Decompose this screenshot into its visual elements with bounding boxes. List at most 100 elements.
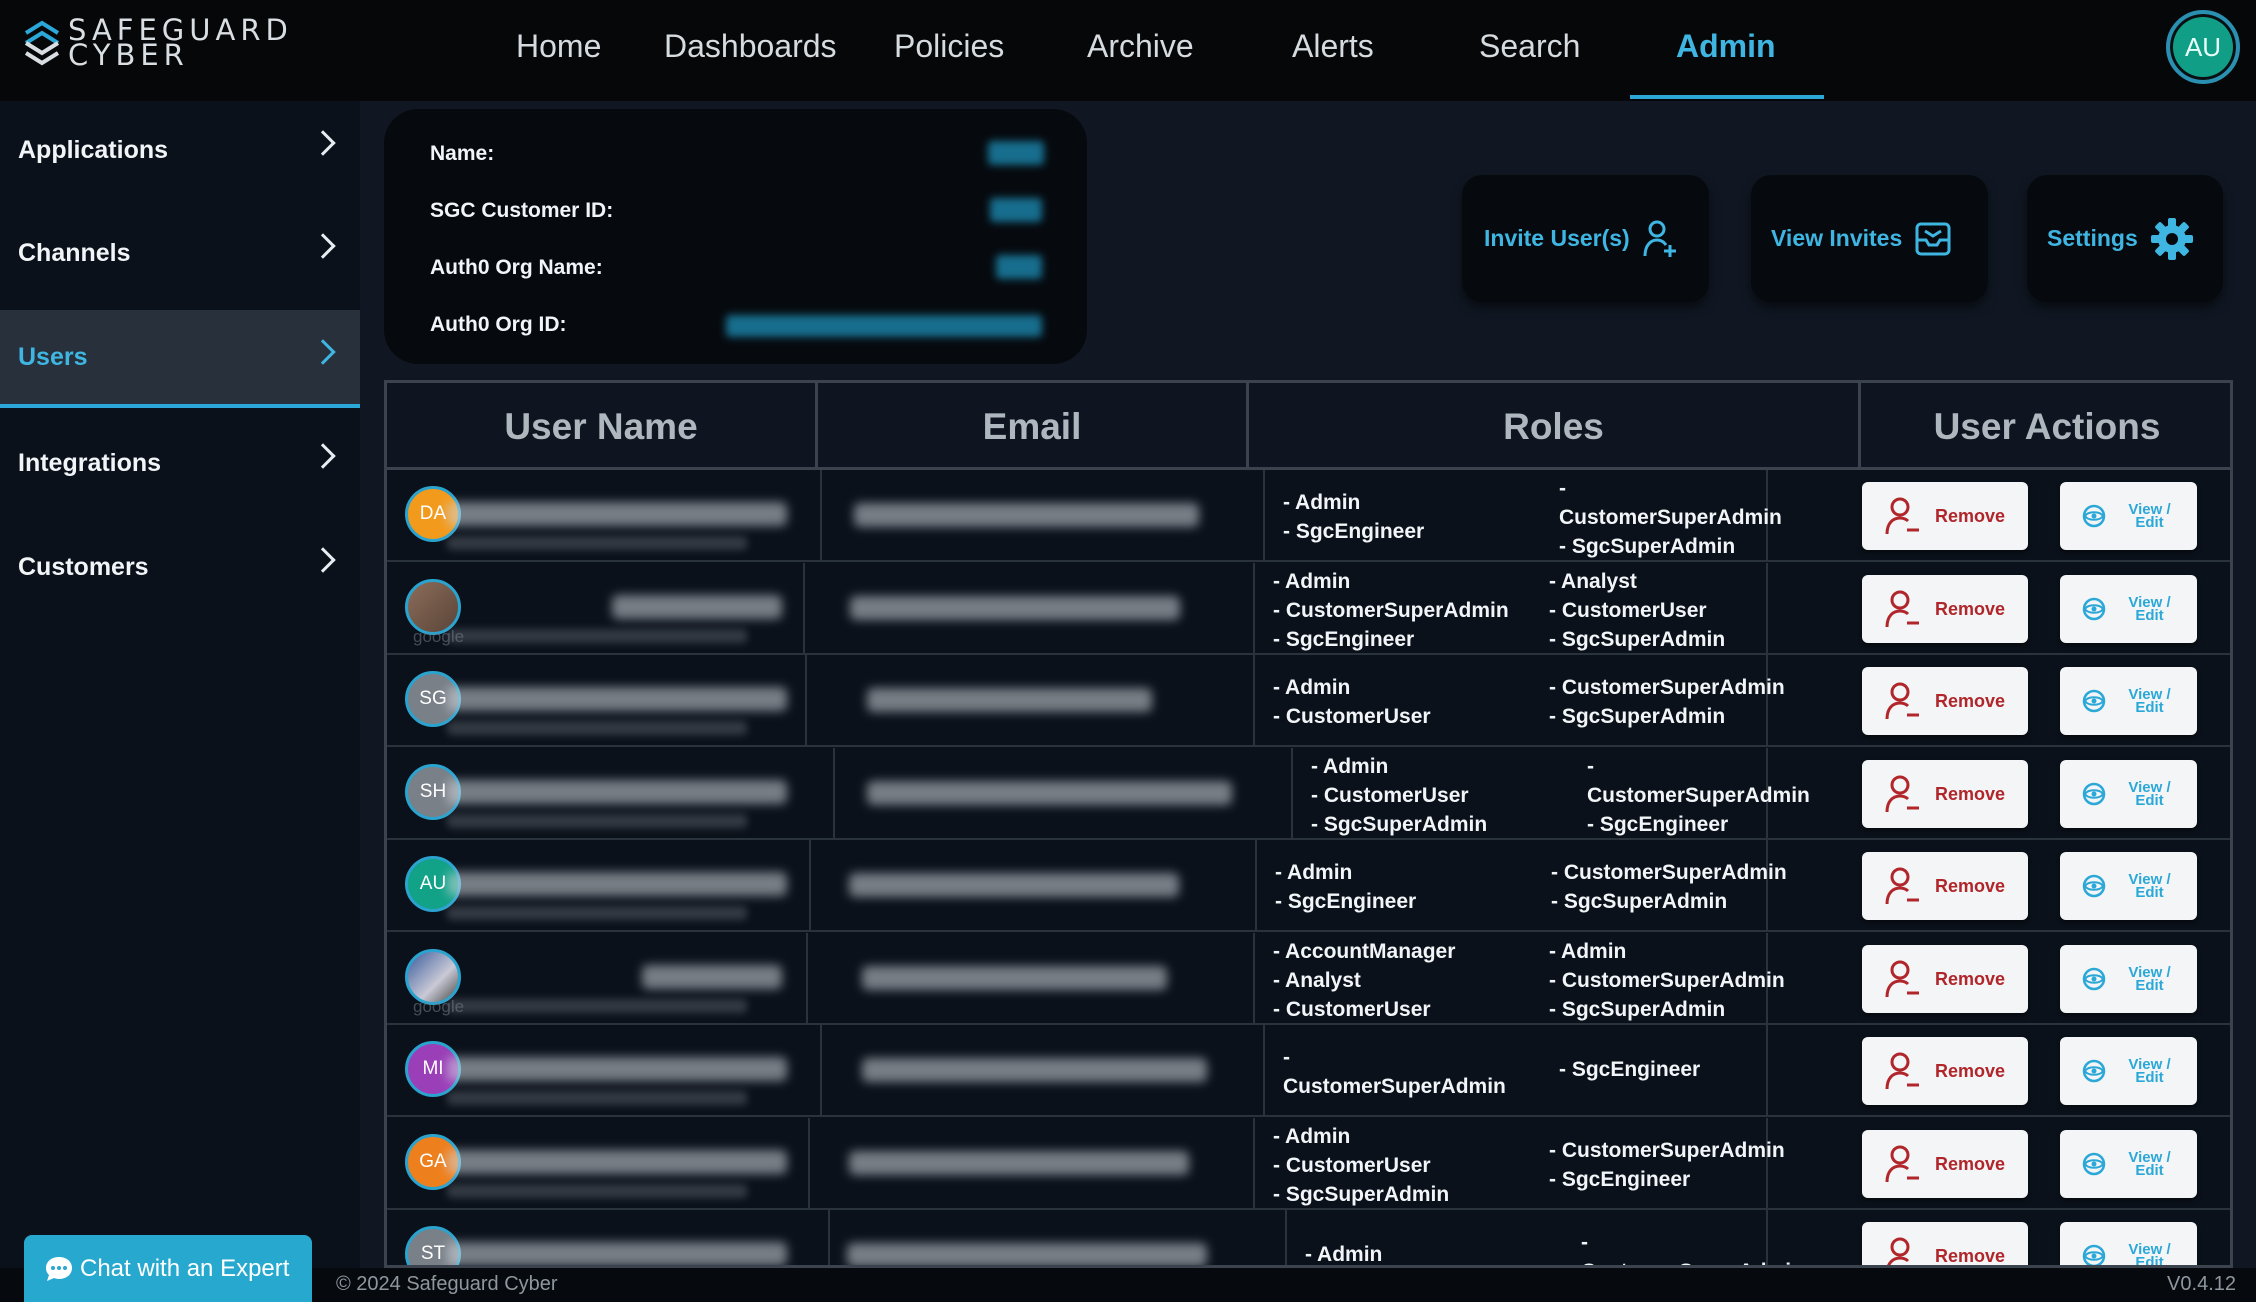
auth0-org-name-value-redacted (996, 255, 1042, 279)
add-user-icon (1643, 220, 1676, 257)
column-divider (833, 748, 835, 840)
settings-button[interactable]: Settings (2027, 175, 2223, 302)
safeguard-cyber-logo[interactable]: SAFEGUARD CYBER (22, 16, 293, 70)
auth-provider-text: google (413, 997, 465, 1016)
remove-user-button[interactable]: Remove (1862, 575, 2028, 643)
remove-user-button[interactable]: Remove (1862, 945, 2028, 1013)
view-edit-user-button[interactable]: View / Edit (2060, 575, 2197, 643)
view-edit-label: View / Edit (2122, 872, 2178, 900)
remove-user-icon (1885, 497, 1919, 535)
column-header-roles[interactable]: Roles (1249, 383, 1861, 470)
column-header-user-name[interactable]: User Name (387, 383, 818, 470)
role-label: - SgcEngineer (1587, 813, 1729, 836)
shield-logo-icon (24, 20, 60, 66)
sidebar-item-label: Applications (18, 135, 169, 164)
column-divider (828, 1210, 830, 1265)
remove-label: Remove (1934, 598, 2006, 619)
nav-dashboards[interactable]: Dashboards (664, 28, 837, 65)
view-invites-button[interactable]: View Invites (1751, 175, 1988, 302)
eye-icon (2082, 597, 2105, 621)
sidebar-item-integrations[interactable]: Integrations (0, 414, 360, 512)
user-avatar[interactable]: AU (2166, 10, 2240, 84)
eye-icon (2082, 1244, 2105, 1265)
role-label: - SgcEngineer (1549, 1168, 1691, 1191)
nav-alerts[interactable]: Alerts (1292, 28, 1374, 65)
role-label: CustomerSuperAdmin (1587, 784, 1810, 807)
sidebar-item-applications[interactable]: Applications (0, 101, 360, 199)
view-edit-user-button[interactable]: View / Edit (2060, 945, 2197, 1013)
user-name-redacted (447, 780, 787, 804)
remove-user-icon (1887, 1237, 1910, 1265)
view-edit-user-button[interactable]: View / Edit (2060, 1130, 2197, 1198)
view-edit-user-button[interactable]: View / Edit (2060, 1222, 2197, 1265)
remove-label: Remove (1934, 783, 2006, 804)
auth0-org-id-value-redacted (726, 315, 1042, 337)
sidebar-item-customers[interactable]: Customers (0, 518, 360, 616)
nav-search[interactable]: Search (1479, 28, 1580, 65)
column-divider (1766, 563, 1768, 655)
remove-user-button[interactable]: Remove (1862, 1130, 2028, 1198)
remove-user-button[interactable]: Remove (1862, 667, 2028, 735)
user-name-redacted (447, 502, 787, 526)
user-subtext-redacted (447, 1091, 747, 1105)
role-label: - CustomerSuperAdmin (1273, 599, 1509, 622)
sidebar-item-users[interactable]: Users (0, 310, 360, 408)
invite-users-button[interactable]: Invite User(s) (1462, 175, 1709, 302)
view-edit-label: View / Edit (2122, 502, 2178, 530)
remove-user-icon (1885, 682, 1919, 720)
column-header-email[interactable]: Email (818, 383, 1249, 470)
auth0-org-name-label: Auth0 Org Name: (430, 256, 603, 279)
column-divider (1253, 1118, 1255, 1210)
customer-id-value-redacted (990, 198, 1042, 222)
remove-user-button[interactable]: Remove (1862, 760, 2028, 828)
role-label: - Admin (1273, 676, 1351, 699)
nav-home[interactable]: Home (516, 28, 601, 65)
remove-user-button[interactable]: Remove (1862, 852, 2028, 920)
remove-user-button[interactable]: Remove (1862, 1222, 2028, 1265)
logo-wordmark: SAFEGUARD CYBER (68, 16, 293, 70)
column-divider (1253, 655, 1255, 747)
role-label: - SgcEngineer (1275, 890, 1417, 913)
chat-with-expert-button[interactable]: Chat with an Expert (24, 1235, 312, 1302)
view-edit-user-button[interactable]: View / Edit (2060, 760, 2197, 828)
settings-label: Settings (2047, 225, 2138, 251)
view-edit-user-button[interactable]: View / Edit (2060, 482, 2197, 550)
view-invites-label: View Invites (1771, 225, 1903, 251)
nav-policies[interactable]: Policies (894, 28, 1004, 65)
remove-user-button[interactable]: Remove (1862, 1037, 2028, 1105)
view-edit-user-button[interactable]: View / Edit (2060, 1037, 2197, 1105)
top-navigation-bar: SAFEGUARD CYBER Home Dashboards Policies… (0, 0, 2256, 101)
eye-icon (2082, 1059, 2105, 1083)
chat-bubble-icon (46, 1256, 72, 1281)
view-edit-user-button[interactable]: View / Edit (2060, 667, 2197, 735)
view-edit-user-button[interactable]: View / Edit (2060, 852, 2197, 920)
user-email-redacted (849, 873, 1179, 897)
remove-user-icon (1885, 867, 1919, 905)
eye-icon (2082, 782, 2105, 806)
sidebar-item-channels[interactable]: Channels (0, 204, 360, 302)
user-email-redacted (867, 781, 1232, 805)
table-row: MI - CustomerSuperAdmin - SgcEngineer Remove… (387, 1025, 2230, 1117)
nav-admin[interactable]: Admin (1676, 28, 1776, 65)
view-edit-label: View / Edit (2122, 595, 2178, 623)
view-edit-label: View / Edit (2122, 965, 2178, 993)
user-email-redacted (867, 688, 1152, 712)
role-label: - SgcSuperAdmin (1549, 628, 1726, 651)
nav-archive[interactable]: Archive (1087, 28, 1194, 65)
user-email-redacted (854, 503, 1199, 527)
table-row: SH - Admin - CustomerUser - SgcSuperAdmin - C… (387, 748, 2230, 840)
role-label: - Admin (1283, 491, 1361, 514)
org-name-label: Name: (430, 142, 495, 165)
column-divider (1253, 563, 1255, 655)
role-label: - SgcSuperAdmin (1549, 705, 1726, 728)
column-divider (820, 470, 822, 562)
user-subtext-redacted (447, 629, 747, 643)
table-row: AU - Admin - SgcEngineer - CustomerSuperAdm… (387, 840, 2230, 932)
user-subtext-redacted (447, 906, 747, 920)
remove-user-icon (1885, 1145, 1919, 1183)
column-divider (1766, 1025, 1768, 1117)
footer: © 2024 Safeguard Cyber V0.4.12 (0, 1268, 2256, 1302)
user-email-redacted (850, 596, 1180, 620)
remove-user-button[interactable]: Remove (1862, 482, 2028, 550)
remove-user-icon (1885, 775, 1919, 813)
